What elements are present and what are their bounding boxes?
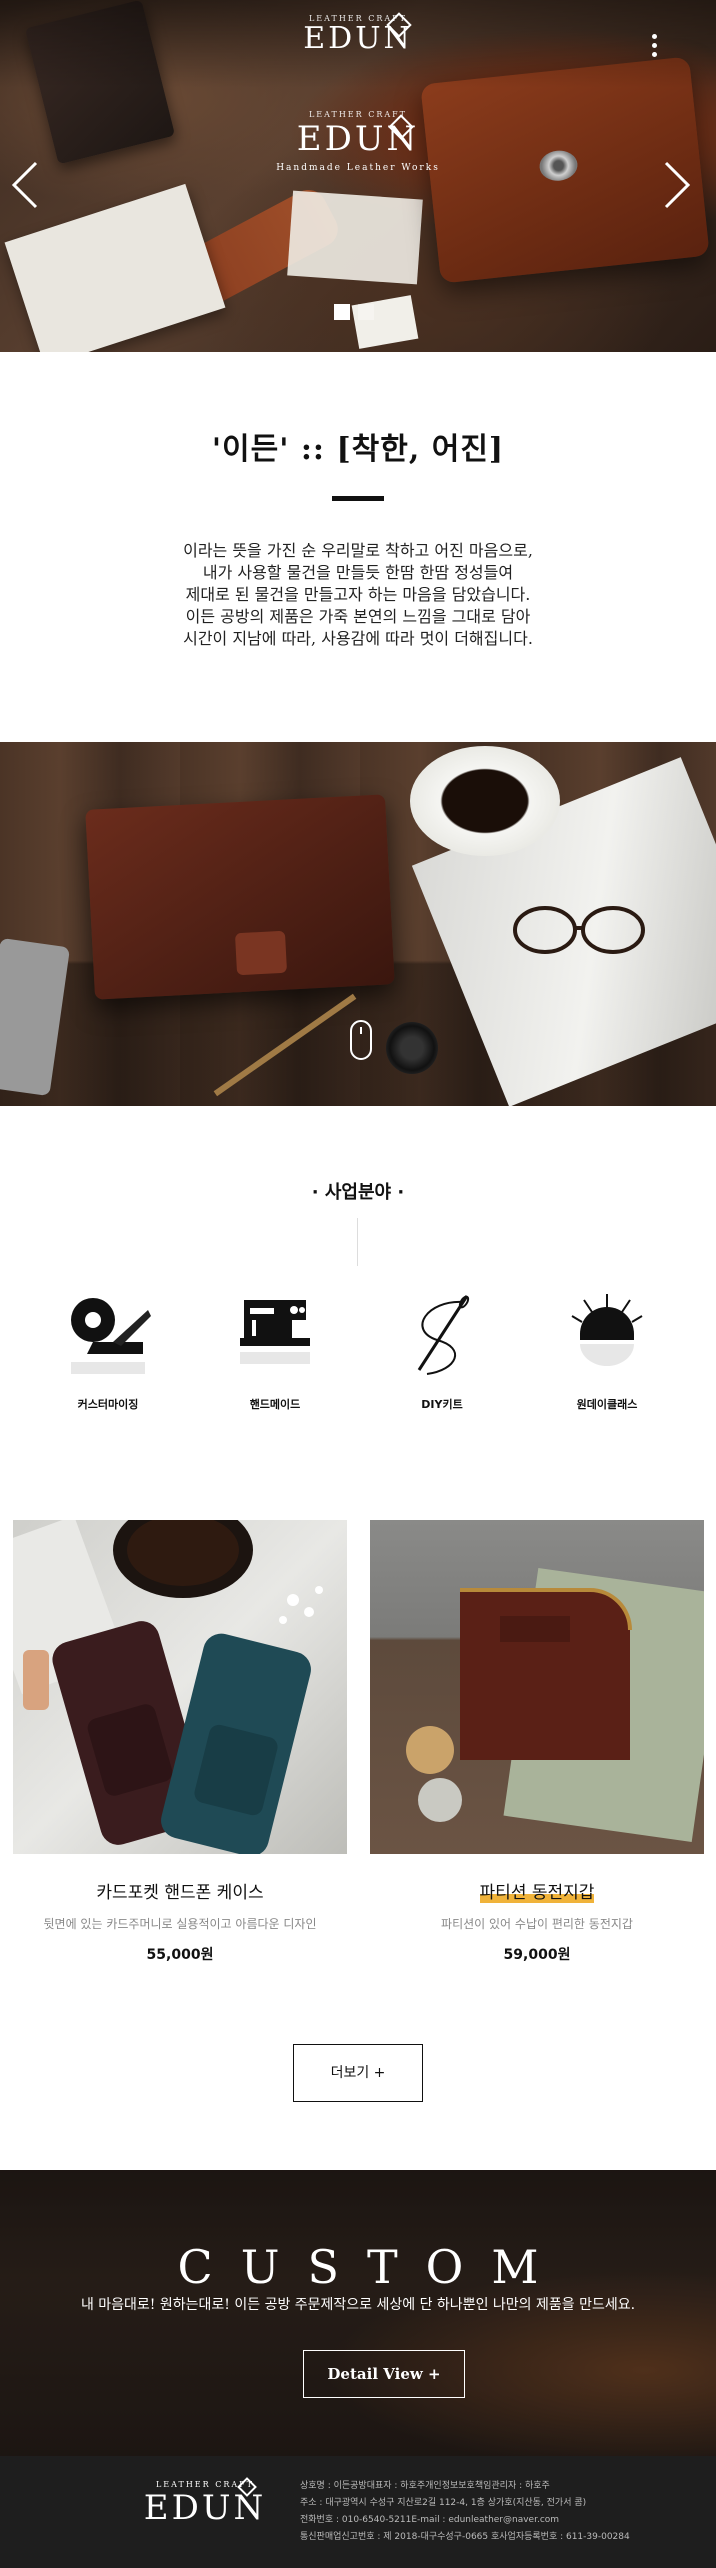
business-item-label: 원데이클래스 xyxy=(576,1398,638,1411)
intro-divider xyxy=(332,496,384,501)
footer-logo[interactable]: LEATHER CRAFT EDUN xyxy=(140,2477,270,2528)
intro-title: '이든' :: [착한, 어진] xyxy=(211,432,505,467)
hero-slider: LEATHER CRAFT EDUN LEATHER CRAFT EDUN Ha… xyxy=(0,0,716,352)
detail-view-button[interactable]: Detail View + xyxy=(303,2350,465,2398)
footer-company-info: 상호명 : 이든공방대표자 : 하호주개인정보보호책임관리자 : 하호주 주소 … xyxy=(300,2478,630,2546)
photo-watch xyxy=(386,1022,438,1074)
slide-dot-1[interactable] xyxy=(334,304,350,320)
product-image[interactable] xyxy=(13,1520,347,1854)
product-photo-phone-cases xyxy=(13,1520,323,1854)
product-card[interactable]: 카드포켓 핸드폰 케이스 뒷면에 있는 카드주머니로 실용적이고 아름다운 디자… xyxy=(13,1520,347,1964)
business-item-customizing[interactable]: 커스터마이징 xyxy=(38,1290,178,1412)
product-description: 파티션이 있어 수납이 편리한 동전지갑 xyxy=(441,1917,633,1931)
business-item-label: 핸드메이드 xyxy=(249,1398,301,1411)
footer-info-line: 통신판매업신고번호 : 제 2018-대구수성구-0665 호사업자등록번호 :… xyxy=(300,2532,630,2542)
workshop-photo-banner xyxy=(0,742,716,1106)
footer-logo-text: EDUN xyxy=(143,2488,267,2528)
hero-tagline: Handmade Leather Works xyxy=(276,163,440,173)
intro-text: 이라는 뜻을 가진 순 우리말로 착하고 어진 마음으로, 내가 사용할 물건을… xyxy=(0,540,716,650)
scroll-mouse-icon[interactable] xyxy=(350,1020,372,1060)
business-divider xyxy=(357,1218,358,1266)
product-photo-coin-wallet xyxy=(406,1567,704,1843)
custom-banner: CUSTOM 내 마음대로! 원하는대로! 이든 공방 주문제작으로 세상에 단… xyxy=(0,2170,716,2456)
photo-coffee-cup xyxy=(410,746,560,856)
product-description: 뒷면에 있는 카드주머니로 실용적이고 아름다운 디자인 xyxy=(43,1917,317,1931)
logo-small-text: LEATHER CRAFT xyxy=(308,14,408,23)
footer-info-line: 상호명 : 이든공방대표자 : 하호주개인정보보호책임관리자 : 하호주 xyxy=(300,2481,550,2491)
business-item-handmade[interactable]: 핸드메이드 xyxy=(205,1290,345,1412)
header-logo[interactable]: LEATHER CRAFT EDUN xyxy=(268,12,448,56)
more-vertical-icon[interactable] xyxy=(648,34,660,60)
product-image[interactable] xyxy=(370,1520,704,1854)
product-price: 55,000원 xyxy=(146,1947,214,1963)
business-title: · 사업분야 · xyxy=(311,1182,405,1203)
hero-logo-small-text: LEATHER CRAFT xyxy=(308,110,408,119)
sewing-machine-icon xyxy=(240,1300,310,1364)
hero-logo-text: EDUN xyxy=(296,119,420,159)
needle-thread-icon xyxy=(417,1295,470,1375)
custom-title: CUSTOM xyxy=(177,2240,567,2294)
intro-line: 시간이 지남에 따라, 사용감에 따라 멋이 더해집니다. xyxy=(183,629,533,648)
prev-slide-button[interactable] xyxy=(10,160,40,210)
intro-line: 내가 사용할 물건을 만들듯 한땀 한땀 정성들여 xyxy=(202,563,514,582)
business-item-label: 커스터마이징 xyxy=(77,1398,139,1411)
business-item-label: DIY키트 xyxy=(421,1398,463,1411)
business-item-diy-kit[interactable]: DIY키트 xyxy=(372,1290,512,1412)
measuring-tape-icon xyxy=(71,1298,151,1374)
footer-info-line: 주소 : 대구광역시 수성구 지산로2길 112-4, 1층 상가호(지산동, … xyxy=(300,2498,587,2508)
hero-logo: LEATHER CRAFT EDUN Handmade Leather Work… xyxy=(268,110,448,173)
chevron-right-icon xyxy=(664,161,691,209)
business-item-oneday-class[interactable]: 원데이클래스 xyxy=(537,1290,677,1412)
intro-line: 이든 공방의 제품은 가죽 본연의 느낌을 그대로 담아 xyxy=(185,607,531,626)
logo-text: EDUN xyxy=(303,21,413,56)
next-slide-button[interactable] xyxy=(662,160,692,210)
hero-photo-paper-small xyxy=(287,190,423,285)
photo-phone xyxy=(0,937,71,1097)
pincushion-icon xyxy=(571,1294,643,1366)
intro-line: 이라는 뜻을 가진 순 우리말로 착하고 어진 마음으로, xyxy=(183,541,533,560)
slide-pagination xyxy=(334,304,374,320)
product-price: 59,000원 xyxy=(503,1947,571,1963)
more-button[interactable]: 더보기 + xyxy=(293,2044,423,2102)
custom-subtitle: 내 마음대로! 원하는대로! 이든 공방 주문제작으로 세상에 단 하나뿐인 나… xyxy=(80,2297,636,2313)
footer: LEATHER CRAFT EDUN 상호명 : 이든공방대표자 : 하호주개인… xyxy=(0,2456,716,2568)
footer-info-line: 전화번호 : 010-6540-5211E-mail : edunleather… xyxy=(300,2515,560,2525)
product-card[interactable]: 파티션 동전지갑 파티션이 있어 수납이 편리한 동전지갑 59,000원 xyxy=(370,1520,704,1964)
product-name[interactable]: 카드포켓 핸드폰 케이스 xyxy=(13,1878,347,1903)
photo-notebook-strap xyxy=(234,930,288,976)
intro-line: 제대로 된 물건을 만들고자 하는 마음을 담았습니다. xyxy=(185,585,531,604)
chevron-left-icon xyxy=(11,161,38,209)
product-name[interactable]: 파티션 동전지갑 xyxy=(370,1878,704,1903)
photo-pen xyxy=(213,993,357,1097)
photo-glasses xyxy=(513,906,645,954)
slide-dot-2[interactable] xyxy=(358,304,374,320)
